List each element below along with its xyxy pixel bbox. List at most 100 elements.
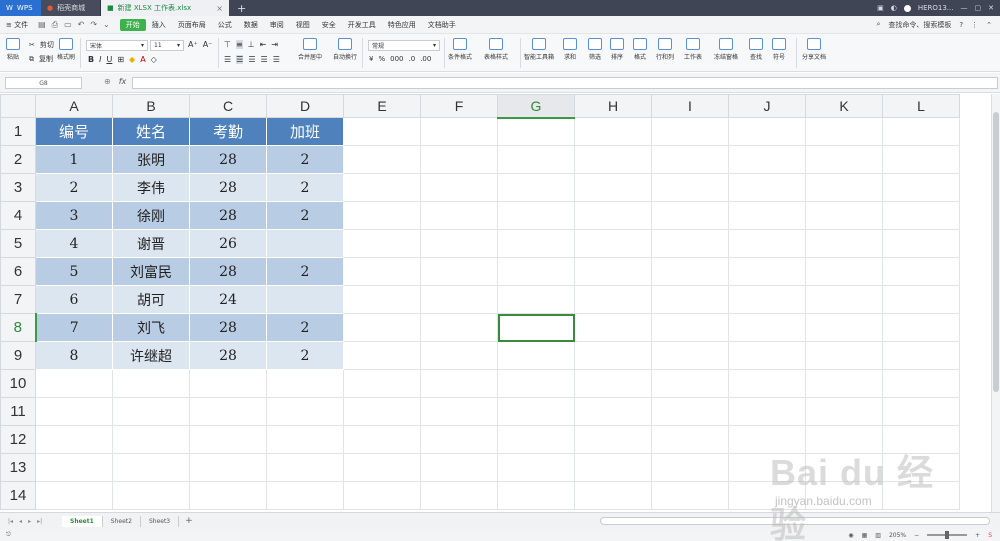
- cell-k13[interactable]: [805, 453, 883, 482]
- cell-g1[interactable]: [497, 117, 575, 146]
- cell-h7[interactable]: [574, 285, 652, 314]
- last-sheet-icon[interactable]: ▸|: [37, 518, 42, 525]
- align-left-icon[interactable]: ☰: [224, 55, 231, 64]
- cell-e14[interactable]: [343, 481, 421, 510]
- menu-data[interactable]: 数据: [238, 20, 264, 30]
- normal-view-icon[interactable]: ▦: [862, 532, 868, 539]
- font-grow-icon[interactable]: A⁺: [188, 40, 198, 49]
- next-sheet-icon[interactable]: ▸: [28, 518, 31, 525]
- cell-d5[interactable]: [266, 229, 344, 258]
- menu-formulas[interactable]: 公式: [212, 20, 238, 30]
- cell-k1[interactable]: [805, 117, 883, 146]
- eye-protect-icon[interactable]: ◉: [848, 532, 853, 539]
- cell-f9[interactable]: [420, 341, 498, 370]
- cell-b9[interactable]: 许继超: [112, 341, 190, 370]
- cell-f7[interactable]: [420, 285, 498, 314]
- smart-toolbox-button[interactable]: 智能工具箱: [524, 38, 554, 61]
- cell-d6[interactable]: 2: [266, 257, 344, 286]
- cell-i7[interactable]: [651, 285, 729, 314]
- cell-j13[interactable]: [728, 453, 806, 482]
- column-header-d[interactable]: D: [266, 94, 344, 118]
- cell-g5[interactable]: [497, 229, 575, 258]
- cell-c8[interactable]: 28: [189, 313, 267, 342]
- cell-d3[interactable]: 2: [266, 173, 344, 202]
- row-header-1[interactable]: 1: [0, 117, 36, 146]
- cell-l12[interactable]: [882, 425, 960, 454]
- cell-d1[interactable]: 加班: [266, 117, 344, 146]
- cell-g12[interactable]: [497, 425, 575, 454]
- undo-icon[interactable]: ↶: [78, 20, 85, 30]
- cell-e1[interactable]: [343, 117, 421, 146]
- cell-j3[interactable]: [728, 173, 806, 202]
- decimal-decrease-icon[interactable]: .00: [420, 55, 431, 63]
- cell-b8[interactable]: 刘飞: [112, 313, 190, 342]
- menu-insert[interactable]: 插入: [146, 20, 172, 30]
- fill-color-icon[interactable]: ◆: [129, 55, 135, 64]
- sort-button[interactable]: 排序: [610, 38, 624, 61]
- row-header-14[interactable]: 14: [0, 481, 36, 510]
- thousands-icon[interactable]: 000: [390, 55, 403, 63]
- copy-button[interactable]: ⧉ 复制: [29, 54, 53, 64]
- cell-d9[interactable]: 2: [266, 341, 344, 370]
- cell-b12[interactable]: [112, 425, 190, 454]
- cell-f14[interactable]: [420, 481, 498, 510]
- cell-h6[interactable]: [574, 257, 652, 286]
- row-header-6[interactable]: 6: [0, 257, 36, 286]
- cell-c14[interactable]: [189, 481, 267, 510]
- row-header-2[interactable]: 2: [0, 145, 36, 174]
- column-header-l[interactable]: L: [882, 94, 960, 118]
- zoom-level[interactable]: 205%: [889, 532, 906, 539]
- avatar[interactable]: [903, 4, 911, 12]
- column-header-f[interactable]: F: [420, 94, 498, 118]
- cell-h4[interactable]: [574, 201, 652, 230]
- add-sheet-button[interactable]: +: [179, 516, 199, 526]
- cell-e5[interactable]: [343, 229, 421, 258]
- number-format-select[interactable]: 常规 ▾: [368, 40, 440, 51]
- cell-h11[interactable]: [574, 397, 652, 426]
- store-tab[interactable]: ● 稻壳商城: [41, 0, 101, 16]
- cell-k9[interactable]: [805, 341, 883, 370]
- cell-i10[interactable]: [651, 369, 729, 398]
- font-size-select[interactable]: 11 ▾: [150, 40, 184, 51]
- clear-icon[interactable]: ◇: [151, 55, 157, 64]
- cell-b10[interactable]: [112, 369, 190, 398]
- cell-a6[interactable]: 5: [35, 257, 113, 286]
- help-icon[interactable]: ?: [959, 21, 963, 29]
- row-header-12[interactable]: 12: [0, 425, 36, 454]
- cell-i9[interactable]: [651, 341, 729, 370]
- column-header-b[interactable]: B: [112, 94, 190, 118]
- cell-h14[interactable]: [574, 481, 652, 510]
- horizontal-scrollbar[interactable]: [600, 517, 990, 525]
- layout-icon[interactable]: ▣: [877, 4, 884, 12]
- cell-g14[interactable]: [497, 481, 575, 510]
- formula-input[interactable]: [132, 77, 998, 89]
- cell-d10[interactable]: [266, 369, 344, 398]
- distribute-icon[interactable]: ☰: [273, 55, 280, 64]
- cell-g10[interactable]: [497, 369, 575, 398]
- cell-j11[interactable]: [728, 397, 806, 426]
- font-name-select[interactable]: 宋体 ▾: [86, 40, 148, 51]
- sheet-tab-2[interactable]: Sheet2: [103, 515, 141, 527]
- cell-i13[interactable]: [651, 453, 729, 482]
- decimal-increase-icon[interactable]: .0: [409, 55, 416, 63]
- cell-e3[interactable]: [343, 173, 421, 202]
- cell-h12[interactable]: [574, 425, 652, 454]
- wrap-text-button[interactable]: 自动换行: [333, 38, 357, 61]
- cell-b1[interactable]: 姓名: [112, 117, 190, 146]
- cell-i3[interactable]: [651, 173, 729, 202]
- cell-f5[interactable]: [420, 229, 498, 258]
- cell-j10[interactable]: [728, 369, 806, 398]
- cell-b3[interactable]: 李伟: [112, 173, 190, 202]
- cell-j4[interactable]: [728, 201, 806, 230]
- cell-a5[interactable]: 4: [35, 229, 113, 258]
- cell-h9[interactable]: [574, 341, 652, 370]
- freeze-panes-button[interactable]: 冻结窗格: [714, 38, 738, 61]
- currency-icon[interactable]: ¥: [369, 55, 373, 63]
- cell-k11[interactable]: [805, 397, 883, 426]
- column-header-k[interactable]: K: [805, 94, 883, 118]
- cell-j7[interactable]: [728, 285, 806, 314]
- cell-j6[interactable]: [728, 257, 806, 286]
- sheet-grid[interactable]: A B C D E F G H I J K L 1 编号 姓名 考勤 加班 2 1 张明 28 2 3 2 李伟 28 2 4 3 徐刚 2…: [0, 94, 991, 512]
- filter-button[interactable]: 筛选: [588, 38, 602, 61]
- cell-e7[interactable]: [343, 285, 421, 314]
